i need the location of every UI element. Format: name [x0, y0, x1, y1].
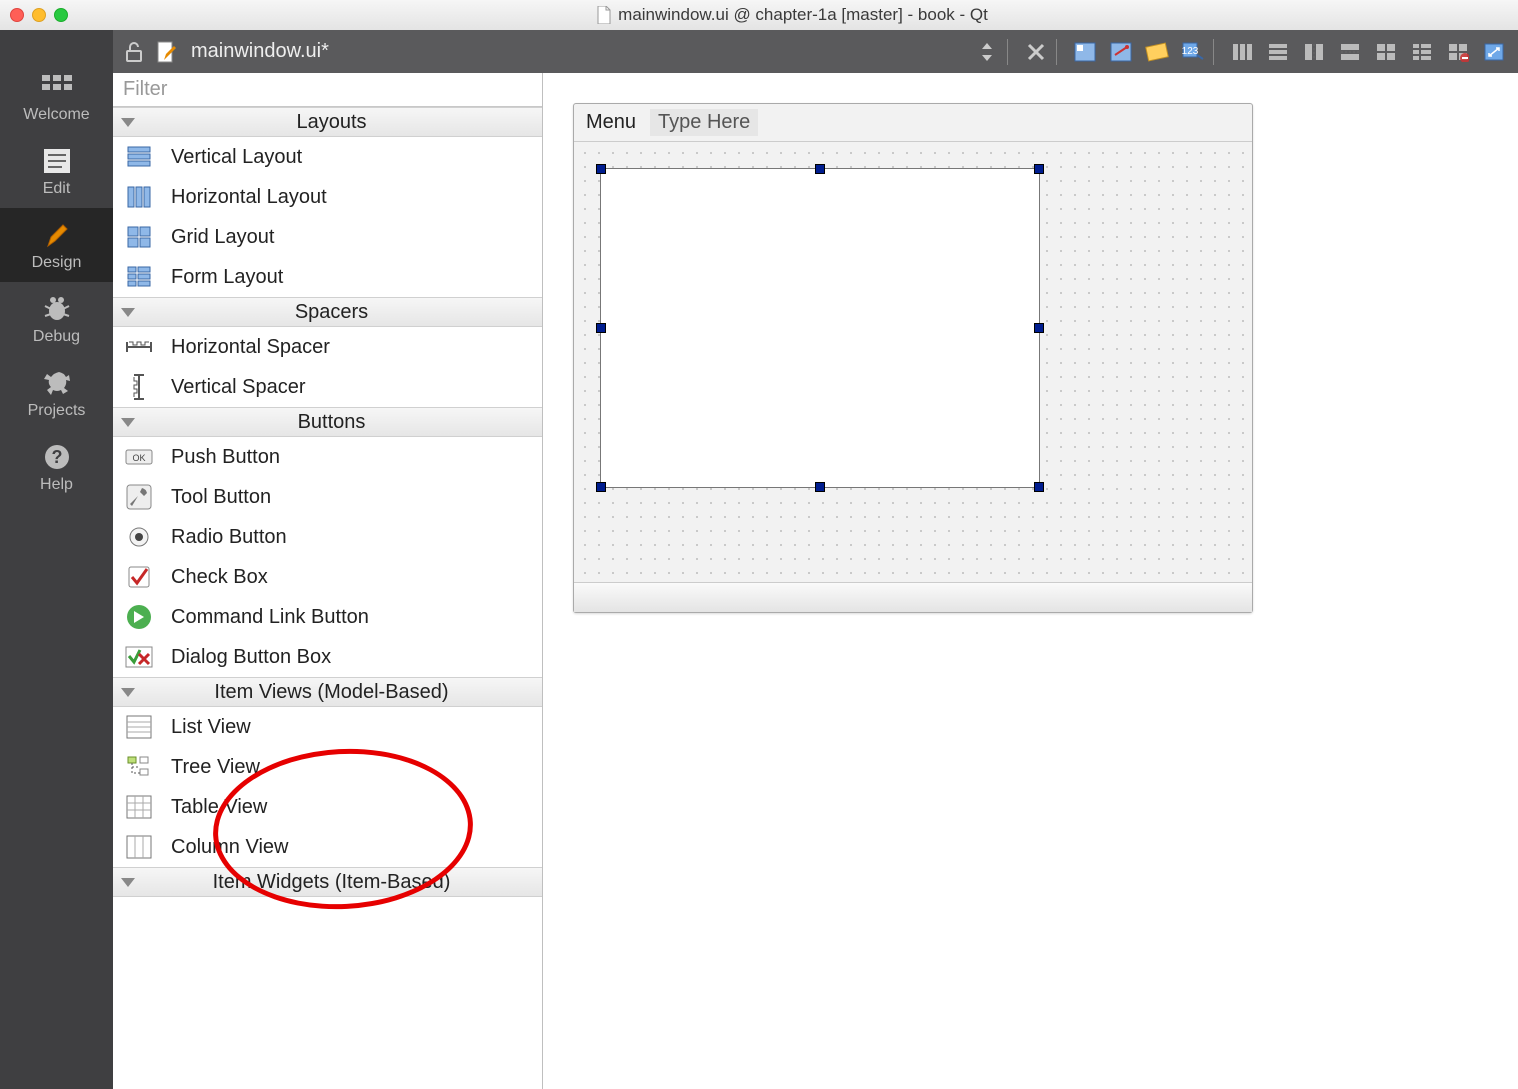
- widget-command-link-button[interactable]: Command Link Button: [113, 597, 542, 637]
- resize-handle[interactable]: [1034, 164, 1044, 174]
- mode-bar: Welcome Edit Design Debug Projects ? Hel…: [0, 30, 113, 1089]
- lock-icon[interactable]: [123, 41, 145, 63]
- category-label: Layouts: [145, 111, 518, 134]
- widget-label: Tree View: [171, 756, 260, 779]
- form-menubar[interactable]: Menu Type Here: [574, 104, 1252, 142]
- layout-form-icon[interactable]: [1408, 38, 1436, 66]
- widget-box: Layouts Vertical Layout Horizontal Layou…: [113, 73, 543, 1089]
- mode-welcome[interactable]: Welcome: [0, 60, 113, 134]
- widget-label: Form Layout: [171, 266, 283, 289]
- window-close-button[interactable]: [10, 8, 24, 22]
- category-spacers[interactable]: Spacers: [113, 297, 542, 327]
- mode-help[interactable]: ? Help: [0, 430, 113, 504]
- widget-label: Table View: [171, 796, 267, 819]
- mode-label: Help: [40, 476, 73, 493]
- category-item-views[interactable]: Item Views (Model-Based): [113, 677, 542, 707]
- layout-hsplit-icon[interactable]: [1300, 38, 1328, 66]
- form-canvas[interactable]: Menu Type Here: [543, 73, 1518, 1089]
- mode-label: Welcome: [23, 106, 89, 123]
- category-layouts[interactable]: Layouts: [113, 107, 542, 137]
- widget-tool-button[interactable]: Tool Button: [113, 477, 542, 517]
- form-statusbar: [574, 582, 1252, 612]
- edit-buddies-icon[interactable]: [1143, 38, 1171, 66]
- resize-handle[interactable]: [815, 164, 825, 174]
- category-label: Item Widgets (Item-Based): [145, 871, 518, 894]
- layout-v-icon[interactable]: [1264, 38, 1292, 66]
- resize-handle[interactable]: [596, 482, 606, 492]
- category-label: Item Views (Model-Based): [145, 681, 518, 704]
- category-label: Spacers: [145, 301, 518, 324]
- widget-radio-button[interactable]: Radio Button: [113, 517, 542, 557]
- svg-text:123: 123: [1182, 46, 1199, 57]
- filter-input[interactable]: [113, 73, 542, 107]
- editor-toolbar: mainwindow.ui* 123: [113, 30, 1518, 73]
- document-icon: [596, 6, 612, 24]
- widget-label: Dialog Button Box: [171, 646, 331, 669]
- widget-label: Horizontal Layout: [171, 186, 327, 209]
- widget-vertical-layout[interactable]: Vertical Layout: [113, 137, 542, 177]
- resize-handle[interactable]: [1034, 482, 1044, 492]
- widget-table-view[interactable]: Table View: [113, 787, 542, 827]
- edit-file-icon[interactable]: [153, 38, 181, 66]
- mode-projects[interactable]: Projects: [0, 356, 113, 430]
- widget-label: Vertical Layout: [171, 146, 302, 169]
- menu-item[interactable]: Menu: [586, 111, 636, 134]
- edit-taborder-icon[interactable]: 123: [1179, 38, 1207, 66]
- widget-label: Tool Button: [171, 486, 271, 509]
- layout-grid-icon[interactable]: [1372, 38, 1400, 66]
- widget-check-box[interactable]: Check Box: [113, 557, 542, 597]
- widget-dialog-button-box[interactable]: Dialog Button Box: [113, 637, 542, 677]
- widget-grid-layout[interactable]: Grid Layout: [113, 217, 542, 257]
- file-label: mainwindow.ui*: [191, 40, 329, 63]
- widget-label: Grid Layout: [171, 226, 274, 249]
- window-title: mainwindow.ui @ chapter-1a [master] - bo…: [618, 5, 988, 25]
- category-buttons[interactable]: Buttons: [113, 407, 542, 437]
- widget-label: Check Box: [171, 566, 268, 589]
- widget-form-layout[interactable]: Form Layout: [113, 257, 542, 297]
- layout-vsplit-icon[interactable]: [1336, 38, 1364, 66]
- resize-handle[interactable]: [596, 164, 606, 174]
- resize-handle[interactable]: [1034, 323, 1044, 333]
- svg-text:?: ?: [51, 447, 62, 467]
- break-layout-icon[interactable]: [1444, 38, 1472, 66]
- mode-debug[interactable]: Debug: [0, 282, 113, 356]
- widget-label: List View: [171, 716, 251, 739]
- category-label: Buttons: [145, 411, 518, 434]
- widget-label: Vertical Spacer: [171, 376, 306, 399]
- widget-label: Command Link Button: [171, 606, 369, 629]
- adjust-size-icon[interactable]: [1480, 38, 1508, 66]
- mode-edit[interactable]: Edit: [0, 134, 113, 208]
- mode-label: Design: [32, 254, 82, 271]
- widget-push-button[interactable]: OK Push Button: [113, 437, 542, 477]
- widget-label: Column View: [171, 836, 288, 859]
- widget-label: Horizontal Spacer: [171, 336, 330, 359]
- mode-label: Edit: [43, 180, 71, 197]
- svg-text:OK: OK: [132, 453, 145, 463]
- widget-tree-view[interactable]: Tree View: [113, 747, 542, 787]
- menu-type-here[interactable]: Type Here: [650, 109, 758, 136]
- widget-horizontal-layout[interactable]: Horizontal Layout: [113, 177, 542, 217]
- mode-design[interactable]: Design: [0, 208, 113, 282]
- resize-handle[interactable]: [815, 482, 825, 492]
- close-icon[interactable]: [1022, 38, 1050, 66]
- widget-label: Radio Button: [171, 526, 287, 549]
- form-preview[interactable]: Menu Type Here: [573, 103, 1253, 613]
- edit-signals-icon[interactable]: [1107, 38, 1135, 66]
- mode-label: Projects: [28, 402, 86, 419]
- widget-horizontal-spacer[interactable]: Horizontal Spacer: [113, 327, 542, 367]
- selected-widget[interactable]: [600, 168, 1040, 488]
- widget-label: Push Button: [171, 446, 280, 469]
- mode-label: Debug: [33, 328, 80, 345]
- widget-vertical-spacer[interactable]: Vertical Spacer: [113, 367, 542, 407]
- widget-list-view[interactable]: List View: [113, 707, 542, 747]
- resize-handle[interactable]: [596, 323, 606, 333]
- window-zoom-button[interactable]: [54, 8, 68, 22]
- layout-h-icon[interactable]: [1228, 38, 1256, 66]
- titlebar: mainwindow.ui @ chapter-1a [master] - bo…: [0, 0, 1518, 30]
- stepper-icon[interactable]: [973, 38, 1001, 66]
- category-item-widgets[interactable]: Item Widgets (Item-Based): [113, 867, 542, 897]
- edit-widgets-icon[interactable]: [1071, 38, 1099, 66]
- widget-column-view[interactable]: Column View: [113, 827, 542, 867]
- window-minimize-button[interactable]: [32, 8, 46, 22]
